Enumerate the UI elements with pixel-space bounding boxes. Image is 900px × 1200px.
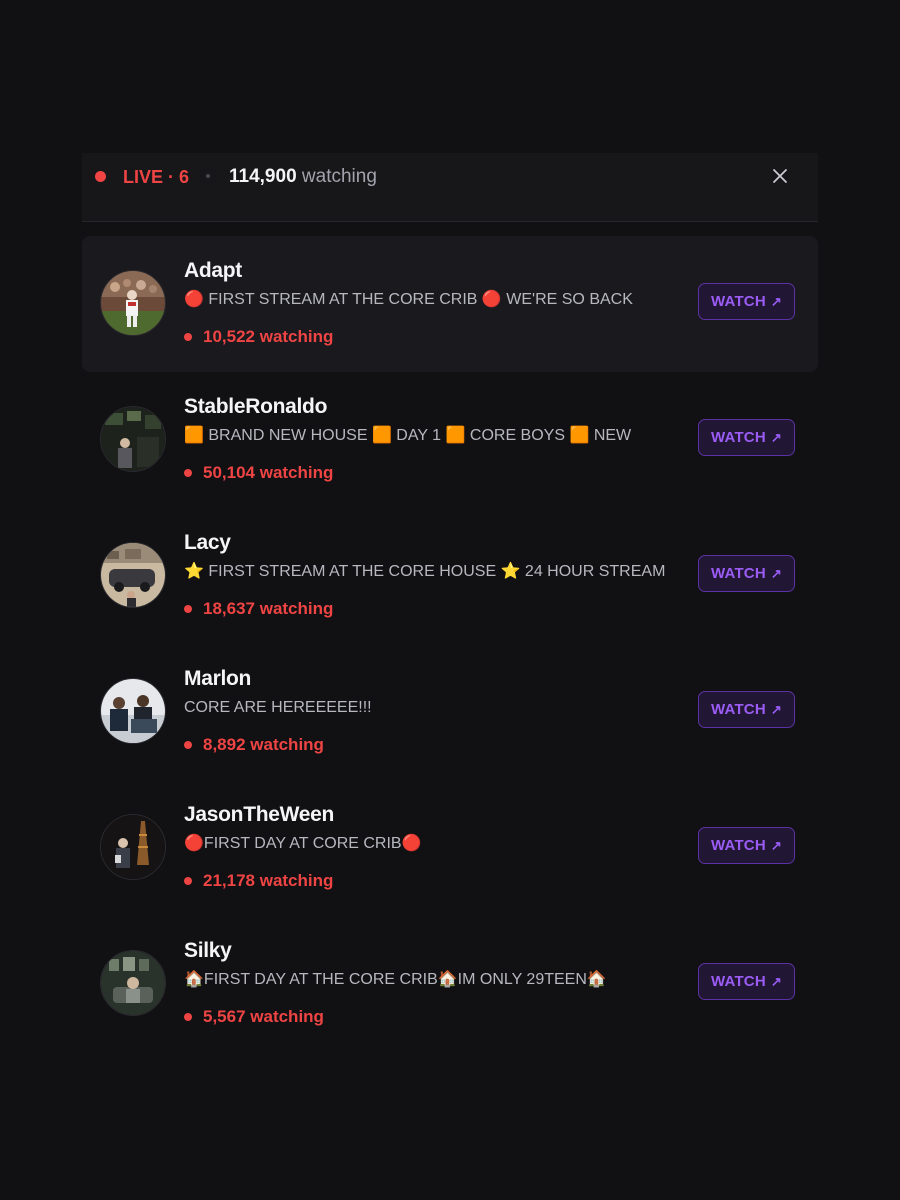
external-arrow-icon: ↗ (770, 293, 782, 309)
total-viewers-suffix: watching (301, 166, 377, 187)
stream-title: 🔴FIRST DAY AT CORE CRIB🔴 (184, 835, 422, 852)
watch-label: WATCH (711, 565, 766, 582)
external-arrow-icon: ↗ (770, 701, 782, 717)
close-icon (773, 169, 787, 183)
live-header: LIVE · 6 114,900 watching (82, 153, 818, 222)
stream-row[interactable]: JasonTheWeen 🔴FIRST DAY AT CORE CRIB🔴 21… (82, 780, 818, 916)
watch-button[interactable]: WATCH ↗ (698, 283, 795, 320)
viewer-count-text: 50,104 watching (203, 463, 334, 482)
stream-title: 🟧 BRAND NEW HOUSE 🟧 DAY 1 🟧 CORE BOYS 🟧 … (184, 427, 632, 444)
live-dot (184, 877, 192, 885)
stream-row[interactable]: Lacy ⭐ FIRST STREAM AT THE CORE HOUSE ⭐ … (82, 508, 818, 644)
stream-title: CORE ARE HEREEEEE!!! (184, 699, 372, 716)
watch-button[interactable]: WATCH ↗ (698, 419, 795, 456)
streamer-name: Adapt (184, 259, 242, 282)
stream-title: 🏠FIRST DAY AT THE CORE CRIB🏠IM ONLY 29TE… (184, 971, 607, 988)
stream-title: 🔴 FIRST STREAM AT THE CORE CRIB 🔴 WE'RE … (184, 291, 633, 308)
watch-label: WATCH (711, 293, 766, 310)
live-dot (184, 333, 192, 341)
watch-button[interactable]: WATCH ↗ (698, 555, 795, 592)
live-count-label: LIVE · 6 (123, 167, 190, 187)
avatar (100, 542, 166, 608)
external-arrow-icon: ↗ (770, 837, 782, 853)
avatar (100, 814, 166, 880)
watch-label: WATCH (711, 429, 766, 446)
external-arrow-icon: ↗ (770, 565, 782, 581)
watch-label: WATCH (711, 973, 766, 990)
stream-title: ⭐ FIRST STREAM AT THE CORE HOUSE ⭐ 24 HO… (184, 563, 666, 580)
viewer-count-text: 18,637 watching (203, 599, 334, 618)
avatar (100, 678, 166, 744)
total-viewers: 114,900 watching (229, 166, 377, 188)
viewer-count: 18,637 watching (184, 598, 333, 620)
stream-row[interactable]: Marlon CORE ARE HEREEEEE!!! 8,892 watchi… (82, 644, 818, 780)
stream-row[interactable]: Adapt 🔴 FIRST STREAM AT THE CORE CRIB 🔴 … (82, 236, 818, 372)
viewer-count: 10,522 watching (184, 326, 333, 348)
live-dot (184, 741, 192, 749)
external-arrow-icon: ↗ (770, 429, 782, 445)
live-dot (184, 1013, 192, 1021)
total-viewers-count: 114,900 (229, 166, 297, 187)
live-dot (184, 605, 192, 613)
live-indicator-dot (95, 171, 106, 182)
separator-dot (206, 174, 210, 178)
viewer-count-text: 21,178 watching (203, 871, 334, 890)
viewer-count-text: 8,892 watching (203, 735, 324, 754)
viewer-count: 5,567 watching (184, 1006, 324, 1028)
watch-button[interactable]: WATCH ↗ (698, 963, 795, 1000)
watch-label: WATCH (711, 837, 766, 854)
streamer-name: JasonTheWeen (184, 803, 335, 826)
live-streams-panel: LIVE · 6 114,900 watching Adapt 🔴 FIRST … (82, 153, 818, 1052)
viewer-count: 21,178 watching (184, 870, 333, 892)
viewer-count-text: 5,567 watching (203, 1007, 324, 1026)
close-button[interactable] (766, 162, 794, 190)
live-dot (184, 469, 192, 477)
external-arrow-icon: ↗ (770, 973, 782, 989)
stream-row[interactable]: Silky 🏠FIRST DAY AT THE CORE CRIB🏠IM ONL… (82, 916, 818, 1052)
viewer-count-text: 10,522 watching (203, 327, 334, 346)
stream-list: Adapt 🔴 FIRST STREAM AT THE CORE CRIB 🔴 … (82, 236, 818, 1052)
viewer-count: 50,104 watching (184, 462, 333, 484)
streamer-name: StableRonaldo (184, 395, 328, 418)
watch-button[interactable]: WATCH ↗ (698, 691, 795, 728)
streamer-name: Marlon (184, 667, 252, 690)
watch-button[interactable]: WATCH ↗ (698, 827, 795, 864)
stream-row[interactable]: StableRonaldo 🟧 BRAND NEW HOUSE 🟧 DAY 1 … (82, 372, 818, 508)
streamer-name: Silky (184, 939, 232, 962)
avatar (100, 270, 166, 336)
watch-label: WATCH (711, 701, 766, 718)
viewer-count: 8,892 watching (184, 734, 324, 756)
avatar (100, 406, 166, 472)
avatar (100, 950, 166, 1016)
streamer-name: Lacy (184, 531, 231, 554)
